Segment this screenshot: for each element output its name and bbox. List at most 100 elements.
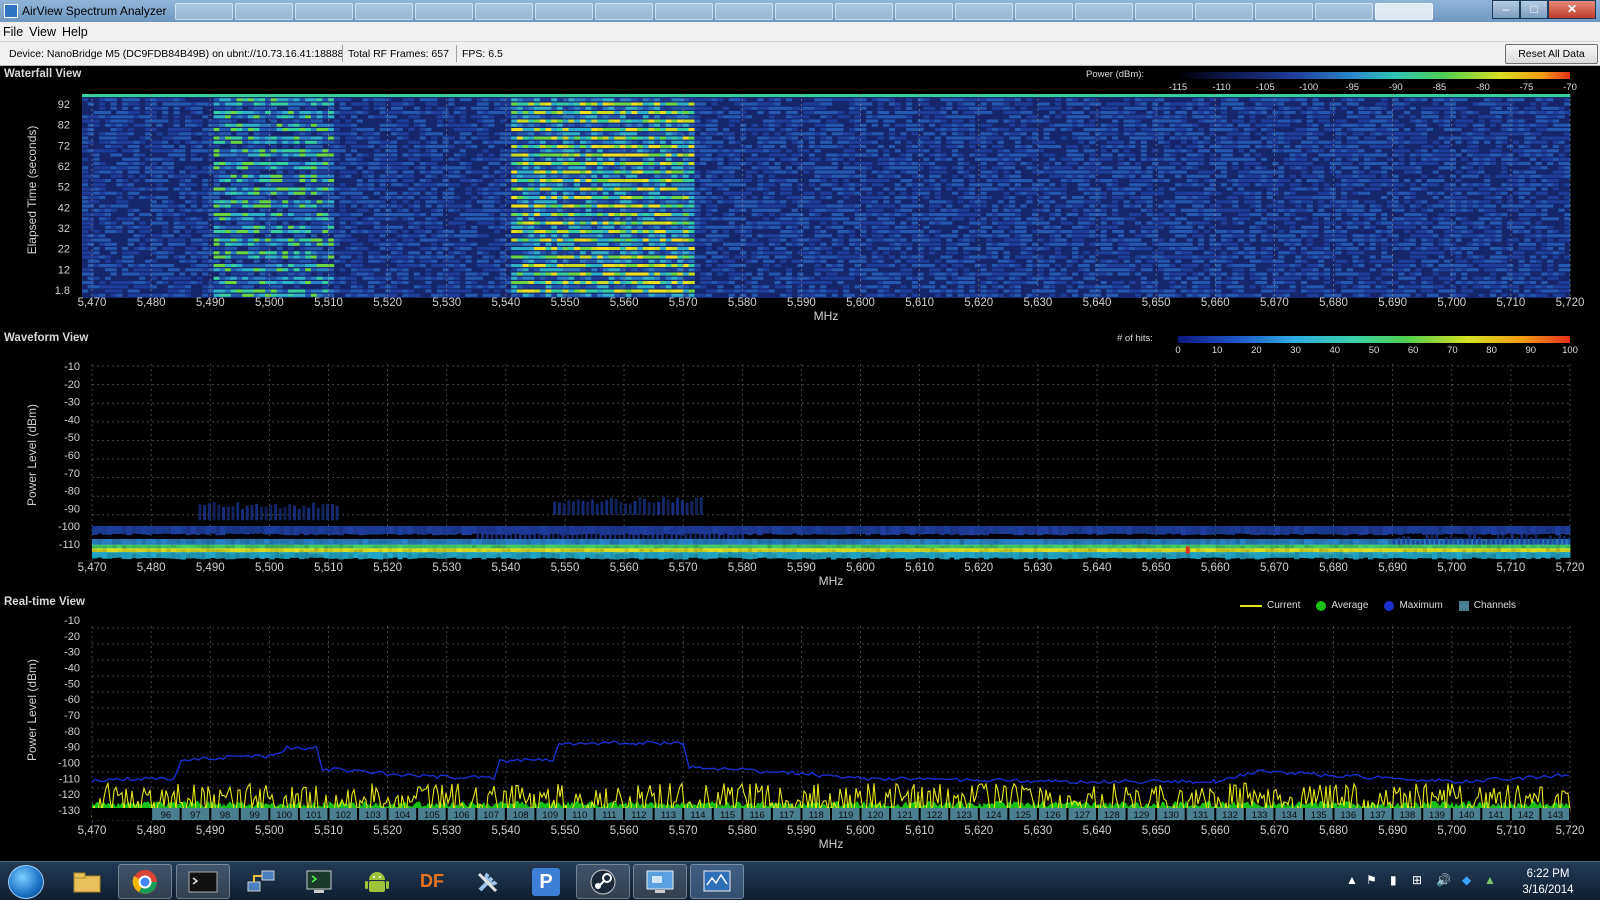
waterfall-cell bbox=[1129, 196, 1136, 200]
waterfall-cell bbox=[1398, 106, 1405, 110]
waterfall-cell bbox=[625, 140, 632, 144]
waterfall-cell bbox=[700, 132, 707, 136]
waterfall-cell bbox=[1564, 191, 1571, 195]
waterfall-cell bbox=[1426, 162, 1434, 166]
waterfall-cell bbox=[465, 145, 472, 149]
waterfall-cell bbox=[688, 153, 695, 157]
waterfall-cell bbox=[122, 102, 129, 106]
menu-help[interactable]: Help bbox=[59, 22, 91, 39]
maximize-button[interactable]: □ bbox=[1520, 0, 1548, 19]
waterfall-cell bbox=[1489, 115, 1496, 119]
waterfall-cell bbox=[648, 174, 655, 178]
waterfall-cell bbox=[1489, 162, 1496, 166]
waterfall-cell bbox=[1306, 162, 1313, 166]
waterfall-cell bbox=[734, 98, 741, 102]
waterfall-cell bbox=[413, 94, 421, 98]
waterfall-cell bbox=[694, 94, 701, 98]
waterfall-cell bbox=[413, 153, 421, 157]
waterfall-cell bbox=[1152, 166, 1159, 170]
waterfall-cell bbox=[1455, 200, 1462, 204]
title-bar[interactable]: AirView Spectrum Analyzer – □ ✕ bbox=[0, 0, 1600, 22]
waterfall-cell bbox=[585, 119, 592, 123]
waterfall-cell bbox=[499, 136, 506, 140]
waterfall-cell bbox=[230, 162, 237, 166]
waterfall-cell bbox=[448, 183, 455, 187]
waterfall-cell bbox=[1392, 174, 1399, 178]
waterfall-cell bbox=[957, 200, 964, 204]
waterfall-cell bbox=[1152, 115, 1159, 119]
waterfall-cell bbox=[1478, 128, 1485, 132]
waterfall-cell bbox=[1066, 123, 1073, 127]
waterfall-cell bbox=[373, 132, 380, 136]
waterfall-cell bbox=[768, 149, 775, 153]
waterfall-cell bbox=[259, 119, 266, 123]
menu-view[interactable]: View bbox=[26, 22, 59, 39]
waterfall-cell bbox=[362, 111, 369, 115]
waterfall-cell bbox=[488, 140, 495, 144]
waterfall-cell bbox=[1238, 115, 1245, 119]
waterfall-cell bbox=[270, 102, 277, 106]
waterfall-cell bbox=[1203, 115, 1210, 119]
reset-all-data-button[interactable]: Reset All Data bbox=[1505, 44, 1598, 64]
waterfall-cell bbox=[1140, 115, 1147, 119]
waterfall-cell bbox=[574, 149, 581, 153]
waterfall-cell bbox=[476, 102, 484, 106]
waterfall-cell bbox=[1209, 157, 1216, 161]
waterfall-cell bbox=[345, 157, 352, 161]
waterfall-cell bbox=[1220, 123, 1228, 127]
waterfall-cell bbox=[677, 132, 684, 136]
waterfall-cell bbox=[602, 162, 609, 166]
minimize-button[interactable]: – bbox=[1492, 0, 1520, 19]
waterfall-cell bbox=[1192, 157, 1199, 161]
waterfall-cell bbox=[1203, 196, 1210, 200]
waterfall-cell bbox=[1512, 183, 1519, 187]
close-button[interactable]: ✕ bbox=[1548, 0, 1596, 19]
waterfall-cell bbox=[1203, 102, 1210, 106]
waterfall-cell bbox=[717, 140, 724, 144]
waterfall-cell bbox=[780, 191, 787, 195]
waterfall-cell bbox=[202, 200, 209, 204]
waterfall-cell bbox=[602, 136, 609, 140]
waterfall-cell bbox=[87, 102, 94, 106]
waterfall-cell bbox=[986, 123, 993, 127]
waterfall-cell bbox=[660, 187, 667, 191]
waterfall-cell bbox=[1552, 183, 1559, 187]
waterfall-cell bbox=[516, 149, 524, 153]
waterfall-cell bbox=[568, 94, 575, 98]
waterfall-cell bbox=[1381, 115, 1388, 119]
waterfall-cell bbox=[860, 196, 867, 200]
waterfall-cell bbox=[597, 174, 604, 178]
waterfall-cell bbox=[1552, 119, 1559, 123]
waterfall-cell bbox=[642, 191, 649, 195]
waterfall-cell bbox=[1072, 102, 1079, 106]
waterfall-cell bbox=[1278, 200, 1285, 204]
waterfall-cell bbox=[660, 106, 667, 110]
waterfall-cell bbox=[614, 111, 621, 115]
waterfall-cell bbox=[288, 140, 295, 144]
waterfall-cell bbox=[734, 111, 741, 115]
waterfall-cell bbox=[860, 162, 867, 166]
waterfall-cell bbox=[768, 200, 775, 204]
waterfall-cell bbox=[1140, 157, 1147, 161]
waterfall-cell bbox=[1026, 196, 1033, 200]
waterfall-cell bbox=[1507, 153, 1514, 157]
waterfall-cell bbox=[431, 149, 438, 153]
waterfall-cell bbox=[888, 157, 896, 161]
waterfall-cell bbox=[133, 123, 140, 127]
waterfall-cell bbox=[1415, 136, 1422, 140]
waterfall-cell bbox=[1215, 128, 1222, 132]
waterfall-cell bbox=[1266, 115, 1273, 119]
waterfall-cell bbox=[1381, 119, 1388, 123]
waterfall-cell bbox=[1363, 111, 1371, 115]
waterfall-cell bbox=[1495, 149, 1502, 153]
waterfall-cell bbox=[1037, 179, 1044, 183]
waterfall-cell bbox=[980, 132, 987, 136]
waterfall-cell bbox=[516, 166, 524, 170]
waterfall-cell bbox=[820, 140, 827, 144]
waterfall-cell bbox=[1507, 119, 1514, 123]
waterfall-cell bbox=[597, 94, 604, 98]
waterfall-cell bbox=[1529, 183, 1537, 187]
menu-file[interactable]: File bbox=[0, 22, 26, 39]
waterfall-plot[interactable]: 9282726252423222121.8 5,470 5,480 5,490 5,5… bbox=[0, 66, 1600, 330]
waterfall-cell bbox=[1215, 145, 1222, 149]
